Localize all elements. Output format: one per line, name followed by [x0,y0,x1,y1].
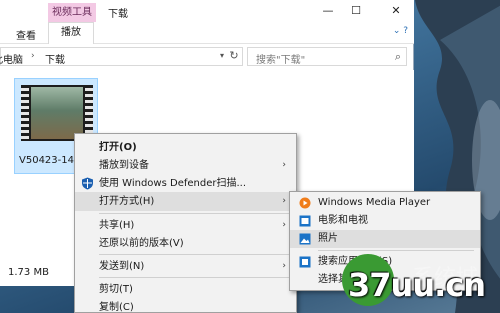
search-icon[interactable]: ⌕ [395,50,401,64]
maximize-button[interactable]: ☐ [346,4,366,18]
submenu-arrow-icon: › [282,196,286,206]
menu-item-open[interactable]: 打开(O) [75,138,296,157]
menu-item-label: 使用 Windows Defender扫描... [99,178,247,189]
media-player-icon [299,197,311,209]
submenu-arrow-icon: › [282,160,286,170]
tab-view[interactable]: 查看 [16,27,36,42]
breadcrumb-downloads[interactable]: 下载 [45,51,65,66]
menu-separator [99,277,289,278]
menu-separator [99,213,289,214]
ribbon-tab-bar: 查看 播放 ⌄ ? [0,22,414,44]
menu-item-open-with[interactable]: 打开方式(H) › [75,192,296,211]
address-bar[interactable]: 此电脑 › 下载 ▾ [0,47,243,66]
menu-item-cast-to-device[interactable]: 播放到设备 › [75,156,296,175]
store-icon [299,256,311,268]
menu-item-defender-scan[interactable]: 使用 Windows Defender扫描... [75,174,296,193]
context-menu: 打开(O) 播放到设备 › 使用 Windows Defender扫描... 打开… [74,133,297,313]
open-with-movies-tv[interactable]: 电影和电视 [290,212,480,230]
menu-item-share[interactable]: 共享(H) › [75,216,296,235]
menu-item-cut[interactable]: 剪切(T) [75,280,296,299]
menu-item-label: 打开方式(H) [99,196,155,207]
search-input[interactable]: 搜索"下载" ⌕ [247,47,407,66]
ribbon-expand-icon[interactable]: ⌄ ? [393,26,408,36]
submenu-arrow-icon: › [282,220,286,230]
breadcrumb-this-pc[interactable]: 此电脑 [0,51,23,66]
menu-item-label: 还原以前的版本(V) [99,238,184,249]
menu-item-label: 打开(O) [99,142,137,153]
search-placeholder: 搜索"下载" [256,55,306,66]
tab-play[interactable]: 播放 [48,22,94,44]
open-with-photos[interactable]: 照片 [290,230,480,248]
minimize-button[interactable]: — [318,4,338,18]
title-bar: 视频工具 下载 — ☐ ✕ [0,0,414,22]
breadcrumb-separator-icon[interactable]: › [31,51,35,61]
menu-item-send-to[interactable]: 发送到(N) › [75,257,296,276]
refresh-icon[interactable]: ↻ [226,47,242,66]
menu-item-label: 共享(H) [99,220,135,231]
menu-separator [99,254,289,255]
menu-item-label: 发送到(N) [99,261,145,272]
submenu-separator [318,250,474,251]
menu-item-label: 剪切(T) [99,284,133,295]
menu-item-restore-versions[interactable]: 还原以前的版本(V) [75,234,296,253]
menu-item-copy[interactable]: 复制(C) [75,298,296,313]
video-tools-tab-group[interactable]: 视频工具 [48,3,96,22]
defender-shield-icon [82,177,93,190]
submenu-item-label: 电影和电视 [318,215,368,226]
file-name: V50423-142 [19,155,81,166]
submenu-item-label: Windows Media Player [318,197,431,208]
address-dropdown-icon[interactable]: ▾ [220,51,224,60]
movies-tv-icon [299,215,311,227]
selected-file-size: 1.73 MB [8,267,49,278]
submenu-arrow-icon: › [282,261,286,271]
open-with-windows-media-player[interactable]: Windows Media Player [290,194,480,212]
window-title: 下载 [108,9,128,20]
submenu-item-label: 照片 [318,233,338,244]
menu-item-label: 播放到设备 [99,160,149,171]
watermark-text: 37uu.cn [348,266,486,304]
close-button[interactable]: ✕ [386,4,406,18]
photos-icon [299,233,311,245]
menu-item-label: 复制(C) [99,302,134,313]
